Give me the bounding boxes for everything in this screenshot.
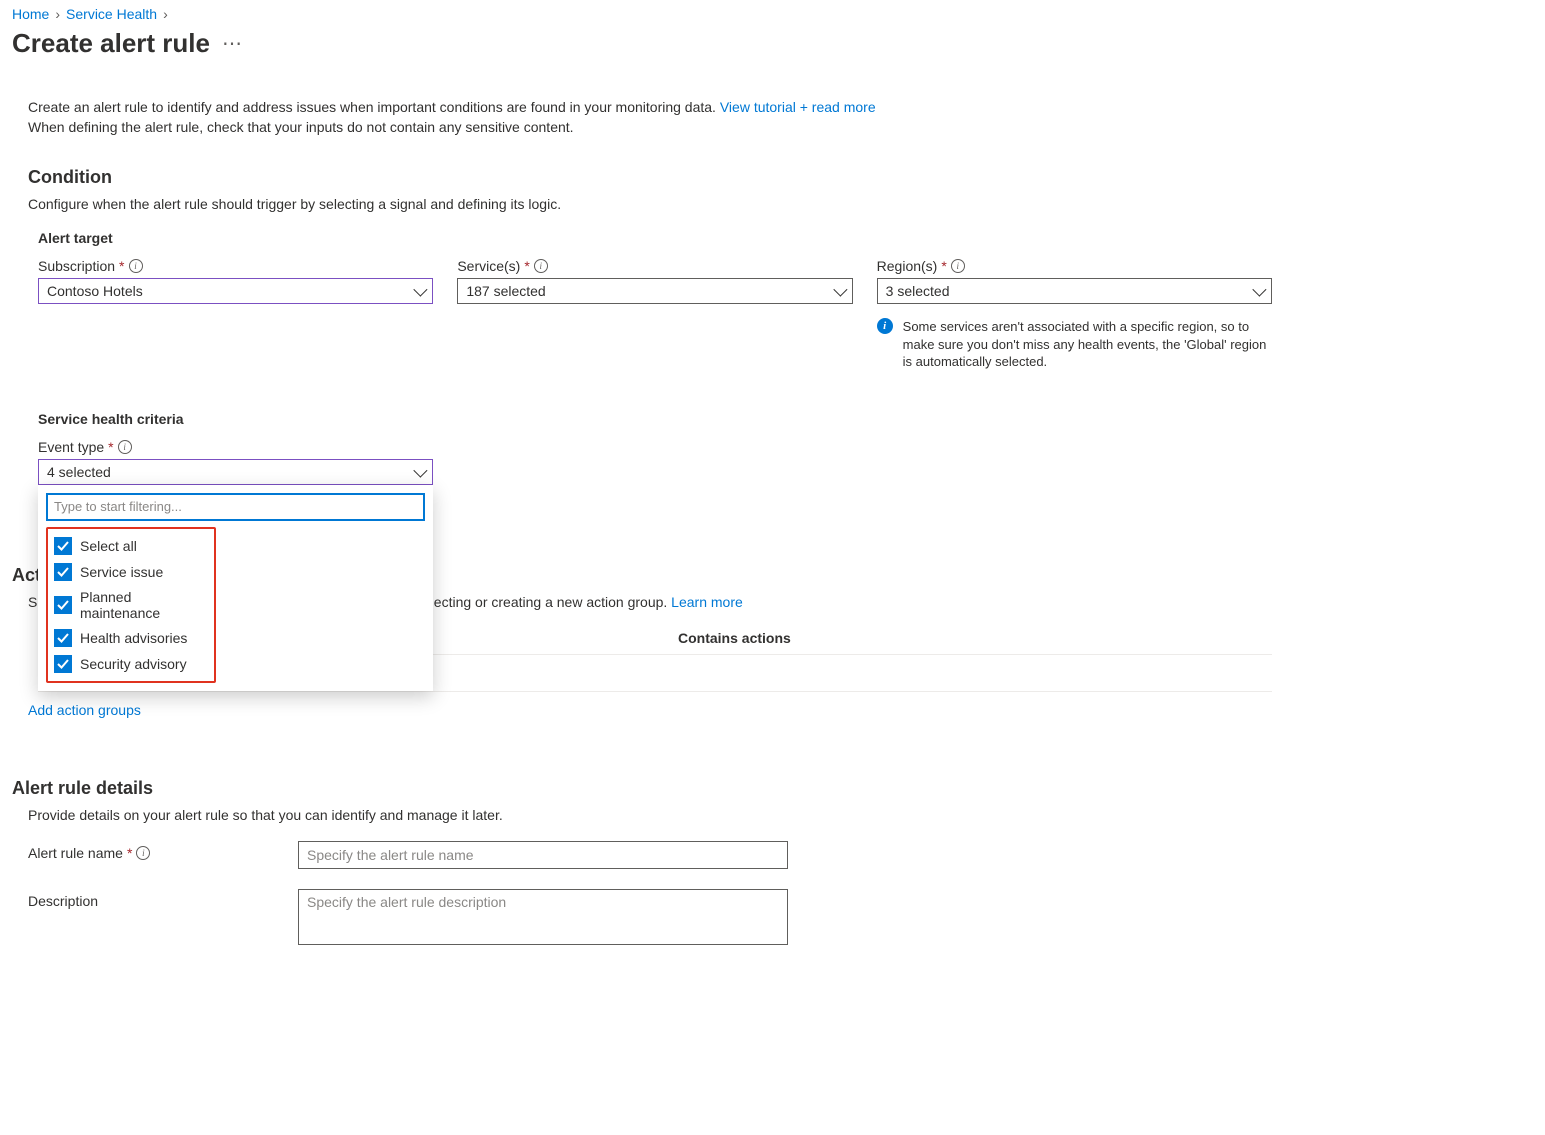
breadcrumb-service-health[interactable]: Service Health (66, 6, 157, 22)
chevron-right-icon: › (55, 6, 60, 22)
required-icon: * (941, 258, 946, 274)
info-icon[interactable]: i (951, 259, 965, 273)
subscription-select[interactable]: Contoso Hotels (38, 278, 433, 304)
details-heading: Alert rule details (12, 778, 1272, 799)
page-title: Create alert rule (12, 28, 210, 59)
alert-rule-name-label: Alert rule name (28, 845, 123, 861)
option-select-all[interactable]: Select all (48, 533, 214, 559)
filter-input[interactable] (46, 493, 425, 521)
chevron-down-icon (1252, 283, 1266, 297)
checkbox-checked-icon (54, 655, 72, 673)
services-select[interactable]: 187 selected (457, 278, 852, 304)
chevron-down-icon (833, 283, 847, 297)
required-icon: * (127, 845, 132, 861)
view-tutorial-link[interactable]: View tutorial + read more (720, 99, 876, 115)
option-security-advisory[interactable]: Security advisory (48, 651, 214, 677)
required-icon: * (119, 258, 124, 274)
checkbox-checked-icon (54, 563, 72, 581)
breadcrumb-home[interactable]: Home (12, 6, 49, 22)
chevron-down-icon (413, 463, 427, 477)
services-label: Service(s) (457, 258, 520, 274)
checkbox-checked-icon (54, 629, 72, 647)
services-value: 187 selected (466, 279, 545, 303)
regions-note: Some services aren't associated with a s… (903, 318, 1272, 371)
event-type-select[interactable]: 4 selected (38, 459, 433, 485)
subscription-label: Subscription (38, 258, 115, 274)
checkbox-checked-icon (54, 537, 72, 555)
required-icon: * (108, 439, 113, 455)
event-type-dropdown: Select all Service issue Planned mainten… (38, 485, 433, 691)
info-icon[interactable]: i (118, 440, 132, 454)
regions-value: 3 selected (886, 279, 950, 303)
description-input[interactable] (298, 889, 788, 945)
add-action-groups-link[interactable]: Add action groups (28, 702, 141, 718)
chevron-down-icon (414, 283, 428, 297)
actions-col-2: Contains actions (678, 630, 791, 646)
condition-desc: Configure when the alert rule should tri… (28, 196, 1272, 212)
intro-text-2: When defining the alert rule, check that… (28, 119, 1272, 135)
info-icon[interactable]: i (129, 259, 143, 273)
alert-target-heading: Alert target (28, 230, 1272, 246)
checkbox-checked-icon (54, 596, 72, 614)
actions-desc-suffix: electing or creating a new action group. (423, 594, 667, 610)
condition-heading: Condition (28, 167, 1272, 188)
intro-text-1: Create an alert rule to identify and add… (28, 99, 716, 115)
more-actions-icon[interactable]: ⋯ (222, 31, 244, 56)
breadcrumb: Home › Service Health › (12, 0, 1533, 24)
event-type-label: Event type (38, 439, 104, 455)
learn-more-link[interactable]: Learn more (671, 594, 743, 610)
alert-rule-name-input[interactable] (298, 841, 788, 869)
info-icon[interactable]: i (534, 259, 548, 273)
option-planned-maintenance[interactable]: Planned maintenance (48, 585, 214, 625)
regions-label: Region(s) (877, 258, 938, 274)
option-health-advisories[interactable]: Health advisories (48, 625, 214, 651)
option-service-issue[interactable]: Service issue (48, 559, 214, 585)
chevron-right-icon: › (163, 6, 168, 22)
details-desc: Provide details on your alert rule so th… (28, 807, 1272, 823)
info-icon[interactable]: i (136, 846, 150, 860)
regions-select[interactable]: 3 selected (877, 278, 1272, 304)
subscription-value: Contoso Hotels (47, 279, 143, 303)
required-icon: * (524, 258, 529, 274)
event-type-value: 4 selected (47, 460, 111, 484)
criteria-heading: Service health criteria (38, 411, 1272, 427)
info-icon: i (877, 318, 893, 334)
description-label: Description (28, 893, 98, 909)
